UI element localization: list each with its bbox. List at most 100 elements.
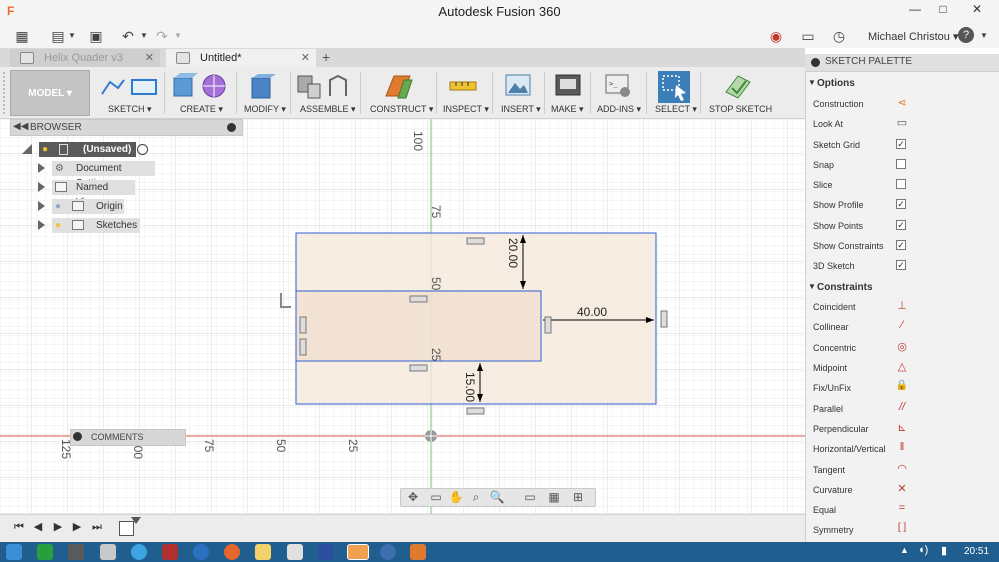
timeline-next-icon[interactable]: ▶ [69,519,85,535]
make-menu[interactable]: MAKE ▾ [551,104,584,115]
slice-checkbox[interactable] [896,179,906,189]
constraints-collapse-icon[interactable]: ▼ [808,282,816,291]
browser-root-node[interactable]: ● (Unsaved) [39,142,136,157]
look-at-icon[interactable]: ▭ [427,489,445,505]
lightbulb-icon[interactable]: ● [42,142,48,157]
comments-toggle-icon[interactable] [73,432,82,441]
taskbar-app-icon[interactable] [37,544,53,560]
modify-menu[interactable]: MODIFY ▾ [244,104,286,115]
constraint-label[interactable]: Curvature [813,485,853,495]
inspect-measure-icon[interactable] [448,76,480,96]
close-tab-icon[interactable]: ✕ [145,49,154,67]
volume-icon[interactable]: ◖) [918,544,928,556]
equal-icon[interactable]: = [894,502,910,514]
constraints-section-title[interactable]: Constraints [817,282,873,293]
fit-zoom-icon[interactable]: 🔍 [488,489,506,505]
select-tool-icon[interactable] [658,71,690,103]
collinear-icon[interactable]: ⁄ [894,319,910,331]
constraint-label[interactable]: Equal [813,505,836,515]
sketch-palette-header[interactable]: SKETCH PALETTE [805,54,999,72]
show-constraints-checkbox[interactable]: ✓ [896,240,906,250]
concentric-icon[interactable]: ◎ [894,340,910,353]
dimension-bottom-value[interactable]: 15.00 [463,372,477,402]
pin-icon[interactable] [227,123,236,132]
insert-menu[interactable]: INSERT ▾ [501,104,541,115]
timeline-previous-icon[interactable]: ◀ [30,519,46,535]
notifications-icon[interactable]: ▭ [798,27,818,45]
tangent-icon[interactable]: ◠ [894,462,910,475]
constraint-label[interactable]: Horizontal/Vertical [813,444,886,454]
firefox-icon[interactable] [224,544,240,560]
fusion-360-taskbar-icon[interactable] [347,544,369,560]
symmetry-icon[interactable]: [ ] [894,522,910,533]
parallel-icon[interactable]: // [894,401,910,413]
new-tab-plus-icon[interactable]: + [322,48,330,67]
stop-sketch-button[interactable]: STOP SKETCH [709,104,772,114]
timeline-play-icon[interactable]: ▶ [50,519,66,535]
internet-explorer-icon[interactable] [131,544,147,560]
options-section-title[interactable]: Options [817,78,855,89]
constraint-label[interactable]: Parallel [813,404,843,414]
dimension-right-value[interactable]: 40.00 [577,305,607,319]
start-windows-icon[interactable] [6,544,22,560]
taskbar-app-icon[interactable] [380,544,396,560]
add-ins-scripts-icon[interactable]: >_ [604,72,632,100]
browser-item-sketches[interactable]: ● Sketches [52,218,140,233]
undo-dropdown-icon[interactable]: ▼ [134,27,154,45]
make-3d-print-icon[interactable] [554,72,582,100]
coincident-icon[interactable]: ⊥ [894,299,910,312]
close-tab-icon[interactable]: ✕ [301,49,310,67]
collapse-tree-icon[interactable] [22,144,32,154]
expand-arrow-icon[interactable] [38,201,45,211]
tray-expand-icon[interactable]: ▲ [900,545,909,555]
inspect-menu[interactable]: INSPECT ▾ [443,104,489,115]
sketch-menu[interactable]: SKETCH ▾ [108,104,152,115]
grid-settings-icon[interactable]: ▦ [545,489,563,505]
snap-checkbox[interactable] [896,159,906,169]
timeline-first-icon[interactable]: ⏮ [11,519,27,535]
collapse-browser-icon[interactable]: ◀◀ [13,121,28,132]
taskbar-app-icon[interactable] [68,544,84,560]
add-ins-menu[interactable]: ADD-INS ▾ [597,104,641,115]
toolbar-grip[interactable] [3,72,9,114]
sketch-grid-checkbox[interactable]: ✓ [896,139,906,149]
browser-item-origin[interactable]: ● Origin [52,199,124,214]
maximize-button[interactable]: □ [930,1,956,17]
save-icon[interactable]: ▣ [86,27,106,45]
comments-panel-header[interactable]: COMMENTS [70,429,186,446]
record-icon[interactable]: ◉ [766,27,786,45]
browser-item-document-settings[interactable]: ⚙ Document Settings [52,161,155,189]
pan-hand-icon[interactable]: ✋ [447,489,465,505]
constraint-label[interactable]: Tangent [813,465,845,475]
chevron-down-icon[interactable]: ▼ [62,27,82,45]
constraint-label[interactable]: Collinear [813,322,849,332]
viewports-icon[interactable]: ⊞ [569,489,587,505]
redo-dropdown-icon[interactable]: ▼ [168,27,188,45]
tab-untitled[interactable]: Untitled* ✕ [166,49,316,67]
lightbulb-off-icon[interactable]: ● [55,199,61,214]
taskbar-app-icon[interactable] [287,544,303,560]
show-profile-checkbox[interactable]: ✓ [896,199,906,209]
expand-arrow-icon[interactable] [38,163,45,173]
orbit-icon[interactable]: ✥ [404,489,422,505]
browser-item-named-views[interactable]: Named Views [52,180,135,208]
job-status-clock-icon[interactable]: ◷ [829,27,849,45]
user-account-menu[interactable]: Michael Christou ▾ [868,30,959,43]
browser-panel-header[interactable]: ◀◀ BROWSER [10,119,243,136]
expand-arrow-icon[interactable] [38,220,45,230]
display-settings-icon[interactable]: ▭ [521,489,539,505]
construct-plane-icon[interactable] [382,72,414,102]
taskbar-clock[interactable]: 20:51 [964,546,989,557]
stop-sketch-icon[interactable] [722,72,754,102]
network-icon[interactable]: ▮ [941,544,947,557]
taskbar-app-icon[interactable] [162,544,178,560]
look-at-icon[interactable]: ▭ [894,116,910,129]
curvature-icon[interactable]: ✕ [894,482,910,495]
constraint-label[interactable]: Midpoint [813,363,847,373]
construct-menu[interactable]: CONSTRUCT ▾ [370,104,433,115]
zoom-icon[interactable]: ⌕ [467,489,485,505]
workspace-switcher-button[interactable]: MODEL ▾ [10,70,90,116]
fix-unfix-lock-icon[interactable]: 🔒 [894,380,910,391]
timeline-last-icon[interactable]: ⏭ [89,519,105,535]
options-collapse-icon[interactable]: ▼ [808,78,816,87]
